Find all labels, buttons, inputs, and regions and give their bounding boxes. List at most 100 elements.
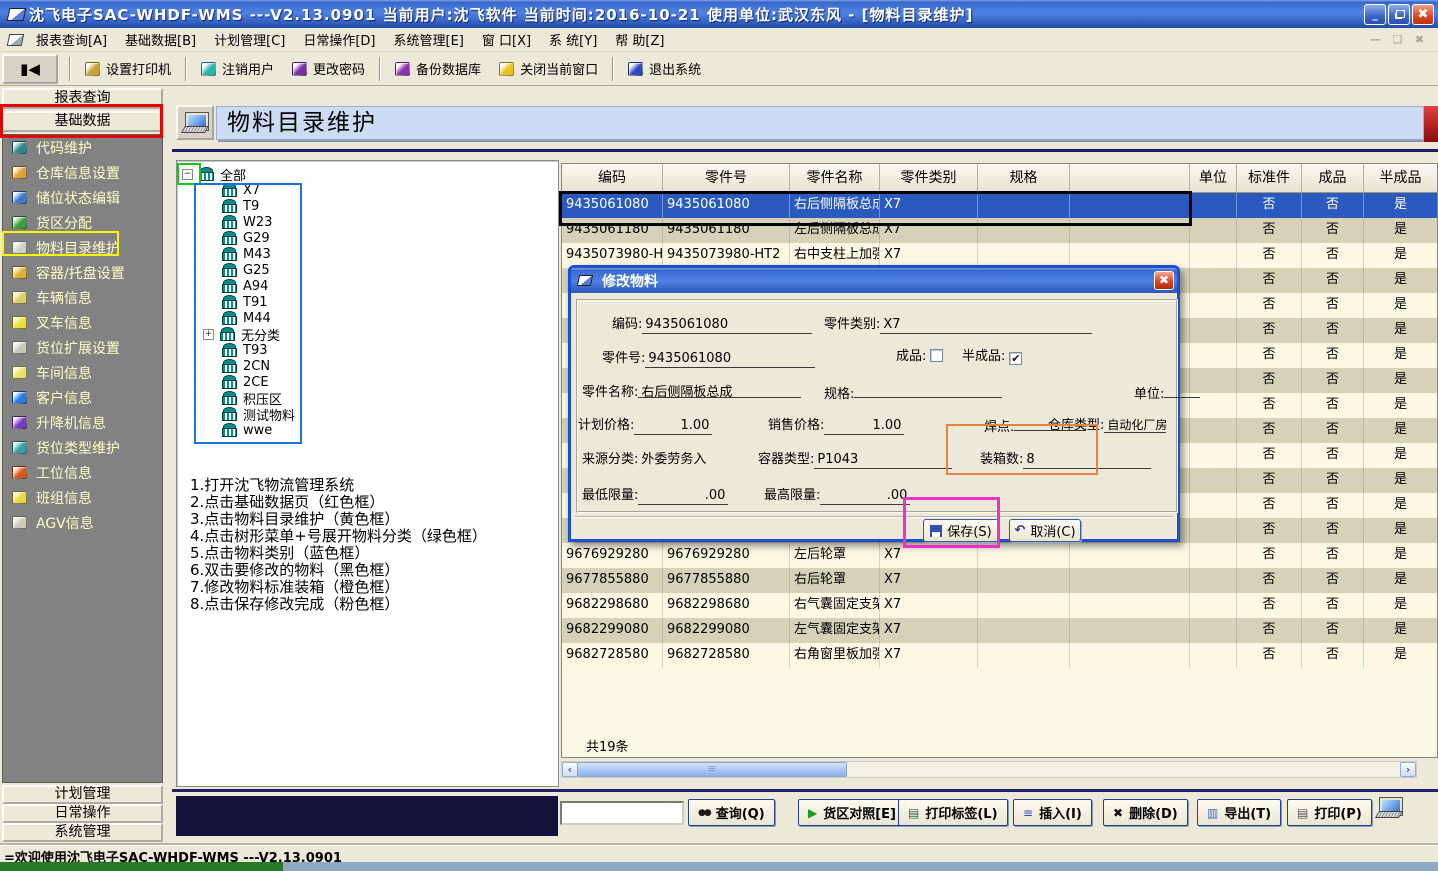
search-input[interactable] [560,801,684,825]
container-type-input[interactable]: P1043 [814,452,952,469]
sidebar-item-9[interactable]: 货位扩展设置 [3,335,162,360]
horizontal-scrollbar[interactable]: ‹ › [561,761,1417,778]
tree-root[interactable]: −全部 [182,166,295,182]
part-no-input[interactable]: 9435061080 [645,351,815,368]
exit-system-button[interactable]: 退出系统 [619,55,710,82]
min-limit-input[interactable]: .00 [638,488,728,505]
tree-item-2CN[interactable]: 2CN [182,358,295,374]
scroll-right-icon[interactable]: › [1400,762,1416,777]
sidebar-item-16[interactable]: AGV信息 [3,510,162,535]
code-input[interactable]: 9435061080 [642,317,812,334]
finished-checkbox[interactable] [930,349,943,362]
table-row[interactable]: 96769292809676929280左后轮罩X7否否是 [562,543,1437,568]
sidebar-tab-base-data[interactable]: 基础数据 [2,111,163,132]
menu-item-2[interactable]: 基础数据[B] [116,28,205,51]
mdi-minimize-icon[interactable]: — [1367,33,1384,46]
minimize-button[interactable]: _ [1364,4,1386,25]
scrollbar-thumb[interactable] [577,762,847,777]
sidebar-item-2[interactable]: 仓库信息设置 [3,160,162,185]
sidebar-item-7[interactable]: 车辆信息 [3,285,162,310]
tree-item-W23[interactable]: W23 [182,214,295,230]
sidebar-item-12[interactable]: 升降机信息 [3,410,162,435]
sidebar-item-14[interactable]: 工位信息 [3,460,162,485]
instruction-line-4: 4.点击树形菜单+号展开物料分类（绿色框） [190,528,487,545]
tree-item-X7[interactable]: X7 [182,182,295,198]
sidebar-item-5[interactable]: 物料目录维护 [3,235,162,260]
change-password-button[interactable]: 更改密码 [283,55,374,82]
export-button[interactable]: ▥导出(T) [1197,799,1281,826]
table-row[interactable]: 96778558809677855880右后轮罩X7否否是 [562,568,1437,593]
set-printer-button[interactable]: 设置打印机 [76,55,180,82]
menu-item-7[interactable]: 系 统[Y] [540,28,606,51]
back-button[interactable]: ▮◀ [2,54,58,84]
sidebar-item-10[interactable]: 车间信息 [3,360,162,385]
part-name-input[interactable]: 右后侧隔板总成 [638,381,801,398]
tree-item-T9[interactable]: T9 [182,198,295,214]
tree-item-T91[interactable]: T91 [182,294,295,310]
sidebar-item-6[interactable]: 容器/托盘设置 [3,260,162,285]
source-category-input[interactable]: 外委劳务入 [638,448,730,465]
unit-input[interactable] [1164,381,1200,398]
table-row[interactable]: 94350611809435061180左后侧隔板总成X7否否是 [562,218,1437,243]
sidebar-item-4[interactable]: 货区分配 [3,210,162,235]
tree-expand-icon[interactable]: + [203,329,214,340]
table-row[interactable]: 96822986809682298680右气囊固定支架X7否否是 [562,593,1437,618]
table-row[interactable]: 96822990809682299080左气囊固定支架X7否否是 [562,618,1437,643]
sidebar-item-13[interactable]: 货位类型维护 [3,435,162,460]
tree-item-测试物料[interactable]: 测试物料 [182,406,295,422]
max-limit-input[interactable]: .00 [820,488,910,505]
sidebar-tab-bottom-1[interactable]: 计划管理 [2,785,163,804]
part-category-input[interactable]: X7 [880,317,1092,334]
tree-item-无分类[interactable]: +无分类 [182,326,295,342]
print-label-button[interactable]: ▤打印标签(L) [898,799,1008,826]
menu-item-8[interactable]: 帮 助[Z] [606,28,673,51]
dialog-close-button[interactable]: ✖ [1154,271,1174,290]
menu-item-3[interactable]: 计划管理[C] [205,28,294,51]
menu-item-1[interactable]: 报表查询[A] [27,28,116,51]
tree-item-label: M43 [243,247,271,262]
print-button[interactable]: ▤打印(P) [1287,799,1372,826]
tree-item-A94[interactable]: A94 [182,278,295,294]
plan-price-input[interactable]: 1.00 [634,418,712,435]
sidebar-tab-bottom-3[interactable]: 系统管理 [2,823,163,842]
tree-item-M43[interactable]: M43 [182,246,295,262]
backup-database-button[interactable]: 备份数据库 [386,55,490,82]
close-current-window-button[interactable]: 关闭当前窗口 [490,55,607,82]
sidebar-tab-bottom-2[interactable]: 日常操作 [2,804,163,823]
sale-price-input[interactable]: 1.00 [824,418,904,435]
menu-item-6[interactable]: 窗 口[X] [473,28,540,51]
zone-compare-button[interactable]: ▶货区对照[E] [798,799,906,826]
tree-item-T93[interactable]: T93 [182,342,295,358]
semi-finished-checkbox[interactable] [1009,352,1022,365]
close-button[interactable]: ✖ [1412,4,1434,25]
spec-input[interactable] [854,381,1002,398]
query-button[interactable]: ●●查询(Q) [688,799,775,826]
mdi-restore-icon[interactable]: ❏ [1389,33,1406,46]
delete-button[interactable]: ✖删除(D) [1103,799,1188,826]
table-row[interactable]: 96827285809682728580右角窗里板加强板X7否否是 [562,643,1437,668]
table-row[interactable]: 94350610809435061080右后侧隔板总成X7否否是 [562,193,1437,218]
scroll-left-icon[interactable]: ‹ [562,762,578,777]
tree-item-wwe[interactable]: wwe [182,422,295,438]
warehouse-type-input[interactable]: 自动化厂房 [1104,416,1166,433]
save-button[interactable]: 保存(S) [923,519,999,542]
menu-item-4[interactable]: 日常操作[D] [294,28,384,51]
binoculars-icon: ●● [698,807,710,819]
sidebar-item-11[interactable]: 客户信息 [3,385,162,410]
insert-button[interactable]: ≡插入(I) [1013,799,1092,826]
sidebar-item-15[interactable]: 班组信息 [3,485,162,510]
sidebar-item-3[interactable]: 储位状态编辑 [3,185,162,210]
tree-item-G25[interactable]: G25 [182,262,295,278]
cancel-button[interactable]: ↶ 取消(C) [1009,519,1081,542]
dialog-title-bar[interactable]: 修改物料 ✖ [571,268,1177,293]
sidebar-item-1[interactable]: 代码维护 [3,135,162,160]
restore-button[interactable] [1388,4,1410,25]
box-qty-input[interactable]: 8 [1023,452,1151,469]
sidebar-tab-report-query[interactable]: 报表查询 [2,88,163,109]
logout-user-button[interactable]: 注销用户 [192,55,283,82]
menu-item-5[interactable]: 系统管理[E] [385,28,473,51]
tree-collapse-icon[interactable]: − [182,169,193,180]
tree-item-G29[interactable]: G29 [182,230,295,246]
sidebar-item-8[interactable]: 叉车信息 [3,310,162,335]
mdi-close-icon[interactable]: ✖ [1411,33,1428,46]
